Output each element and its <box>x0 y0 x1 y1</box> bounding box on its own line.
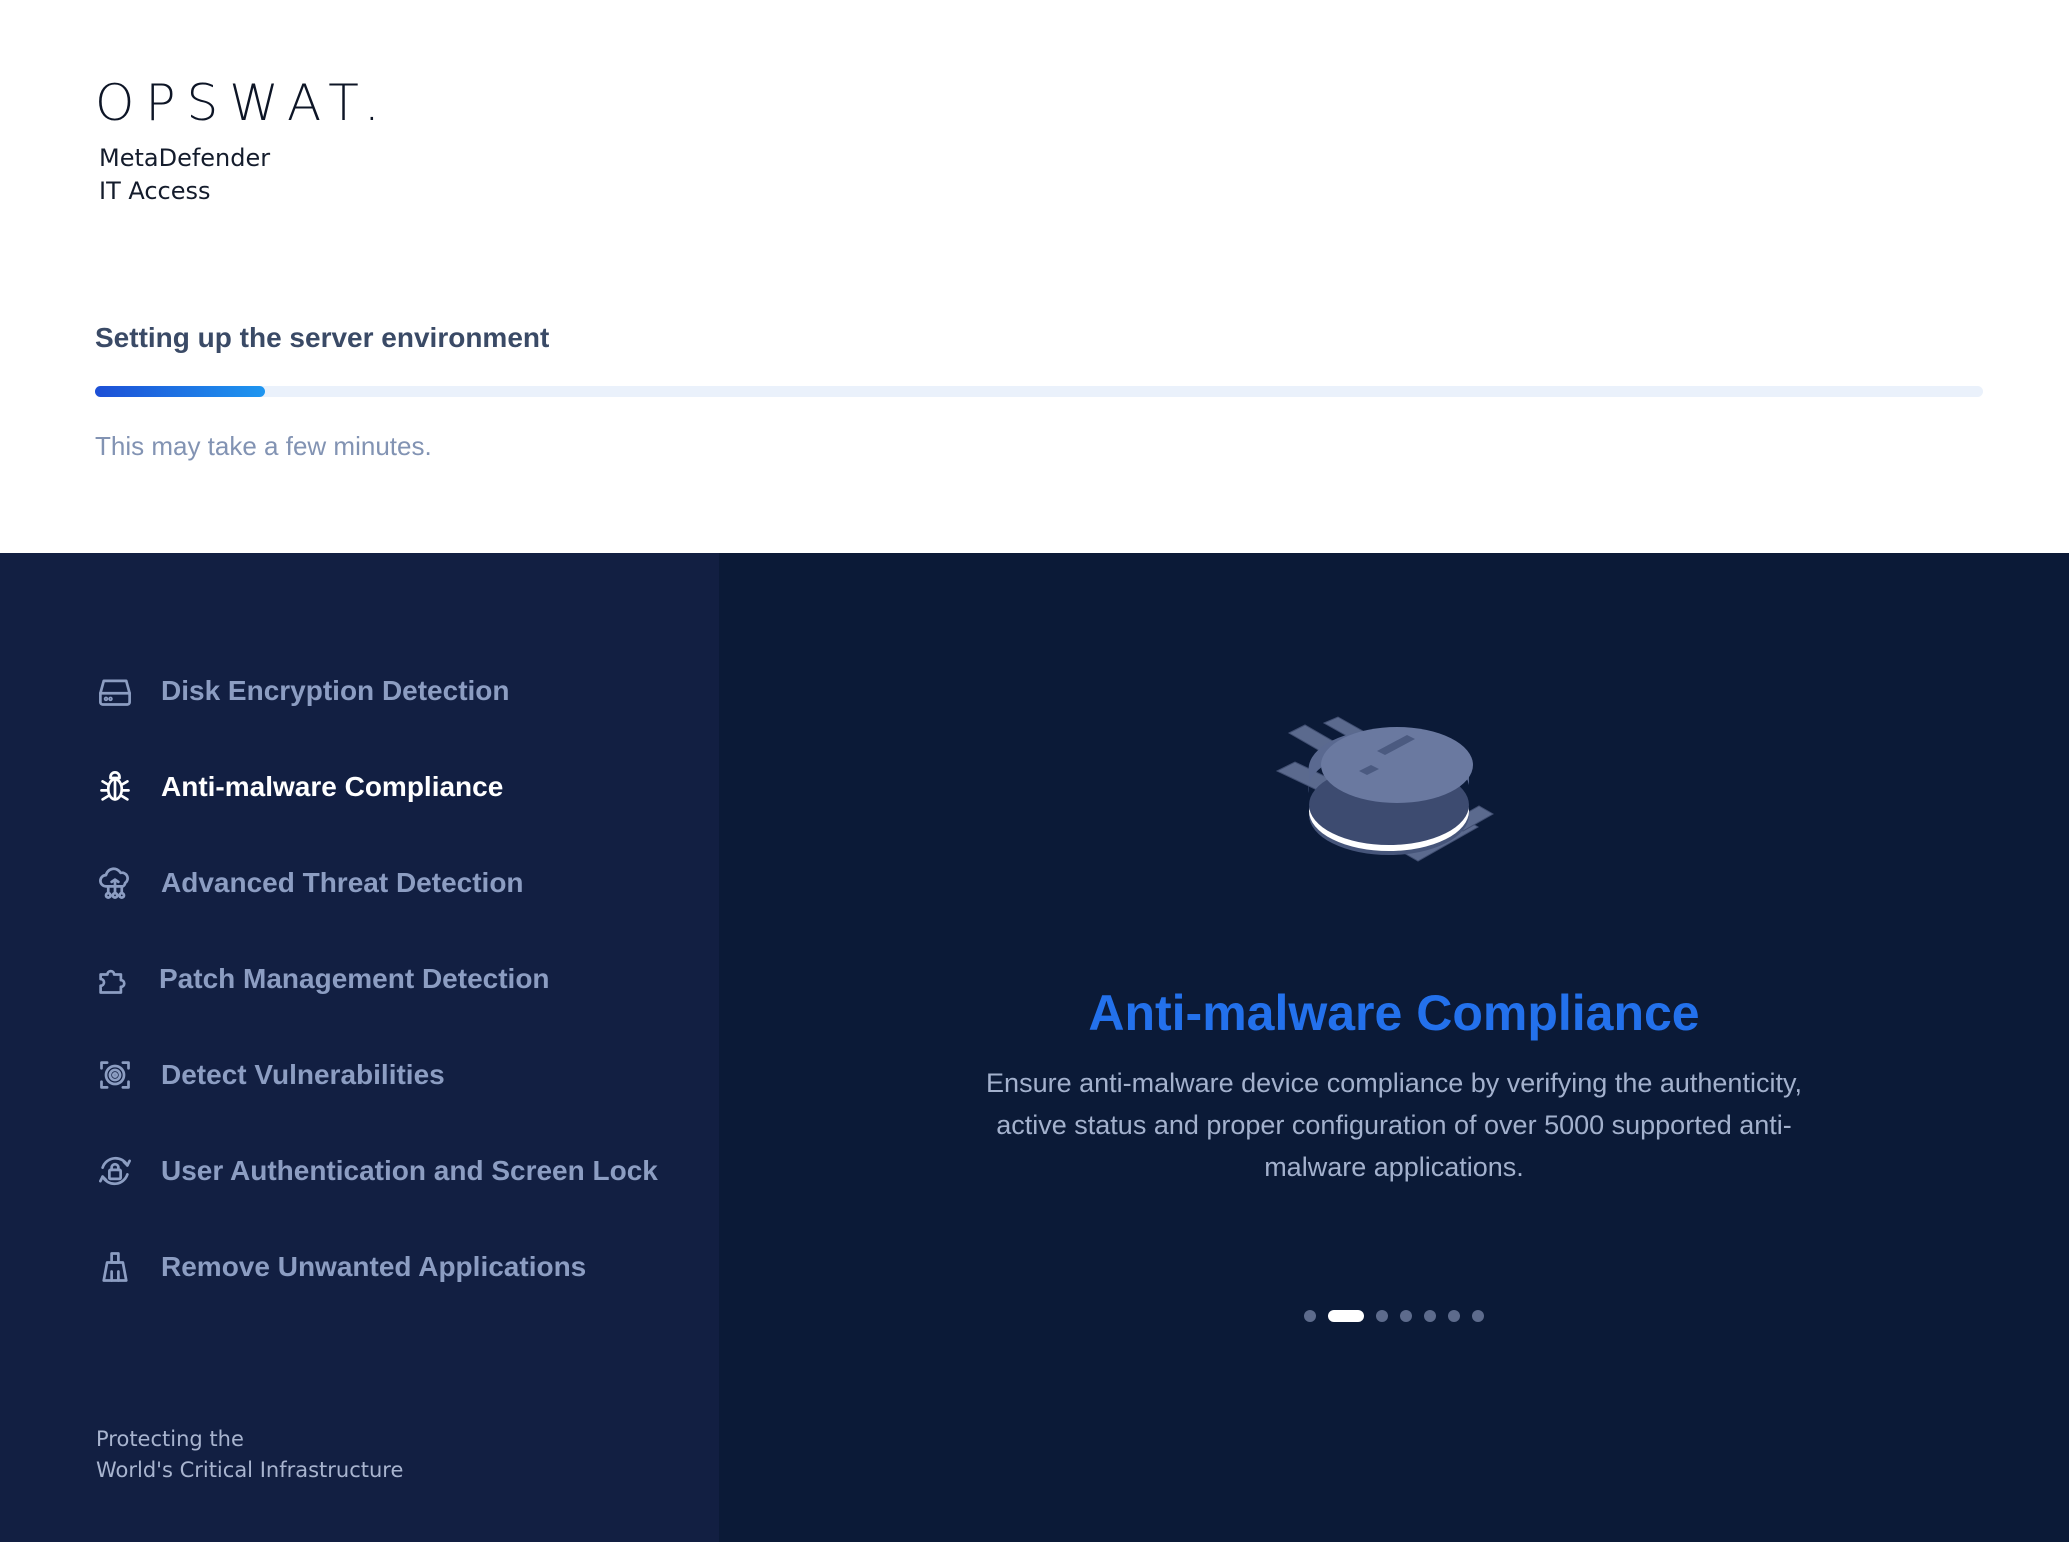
puzzle-icon <box>93 959 133 999</box>
carousel-dot[interactable] <box>1400 1310 1412 1322</box>
feature-item-disk-encryption[interactable]: Disk Encryption Detection <box>95 673 658 709</box>
tagline: Protecting the World's Critical Infrastr… <box>96 1424 403 1486</box>
setup-header: OPSWAT. MetaDefender IT Access Setting u… <box>0 0 2069 553</box>
lock-rotate-icon <box>95 1151 135 1191</box>
feature-label: Disk Encryption Detection <box>161 675 510 706</box>
feature-item-patch-management[interactable]: Patch Management Detection <box>93 961 658 997</box>
carousel-dots <box>719 1310 2069 1322</box>
carousel-dot[interactable] <box>1328 1310 1364 1322</box>
feature-label: Patch Management Detection <box>159 963 550 994</box>
product-name-line1: MetaDefender <box>99 144 271 172</box>
broom-icon <box>95 1247 135 1287</box>
feature-sidebar: Disk Encryption Detection Anti-malware C… <box>0 553 719 1542</box>
feature-label: Detect Vulnerabilities <box>161 1059 445 1090</box>
feature-showcase: Anti-malware Compliance Ensure anti-malw… <box>719 553 2069 1542</box>
slide-description: Ensure anti-malware device compliance by… <box>986 1068 1802 1182</box>
feature-list: Disk Encryption Detection Anti-malware C… <box>95 673 658 1345</box>
target-scan-icon <box>95 1055 135 1095</box>
feature-label: User Authentication and Screen Lock <box>161 1155 658 1186</box>
disk-icon <box>95 671 135 711</box>
feature-item-detect-vulnerabilities[interactable]: Detect Vulnerabilities <box>95 1057 658 1093</box>
product-name-line2: IT Access <box>99 177 211 205</box>
feature-item-user-authentication[interactable]: User Authentication and Screen Lock <box>95 1153 658 1189</box>
setup-title: Setting up the server environment <box>95 322 550 353</box>
carousel-dot[interactable] <box>1472 1310 1484 1322</box>
tagline-line1: Protecting the <box>96 1427 244 1451</box>
isometric-bug-icon <box>1275 716 1495 862</box>
feature-item-remove-unwanted[interactable]: Remove Unwanted Applications <box>95 1249 658 1285</box>
setup-hint: This may take a few minutes. <box>95 431 432 461</box>
carousel-dot[interactable] <box>1304 1310 1316 1322</box>
opswat-logo: OPSWAT. <box>95 74 391 132</box>
bug-icon <box>95 767 135 807</box>
tagline-line2: World's Critical Infrastructure <box>96 1458 404 1482</box>
brand-block: OPSWAT. MetaDefender IT Access <box>95 78 391 208</box>
cloud-network-icon <box>95 863 135 903</box>
feature-item-advanced-threat[interactable]: Advanced Threat Detection <box>95 865 658 901</box>
carousel-dot[interactable] <box>1448 1310 1460 1322</box>
carousel-dot[interactable] <box>1376 1310 1388 1322</box>
setup-progress-bar <box>95 386 1983 397</box>
setup-progress-fill <box>95 386 265 397</box>
feature-label: Advanced Threat Detection <box>161 867 524 898</box>
feature-label: Anti-malware Compliance <box>161 771 504 802</box>
carousel-dot[interactable] <box>1424 1310 1436 1322</box>
slide-title: Anti-malware Compliance <box>1088 985 1700 1041</box>
feature-label: Remove Unwanted Applications <box>161 1251 587 1282</box>
feature-item-anti-malware[interactable]: Anti-malware Compliance <box>95 769 658 805</box>
product-name: MetaDefender IT Access <box>99 142 391 208</box>
